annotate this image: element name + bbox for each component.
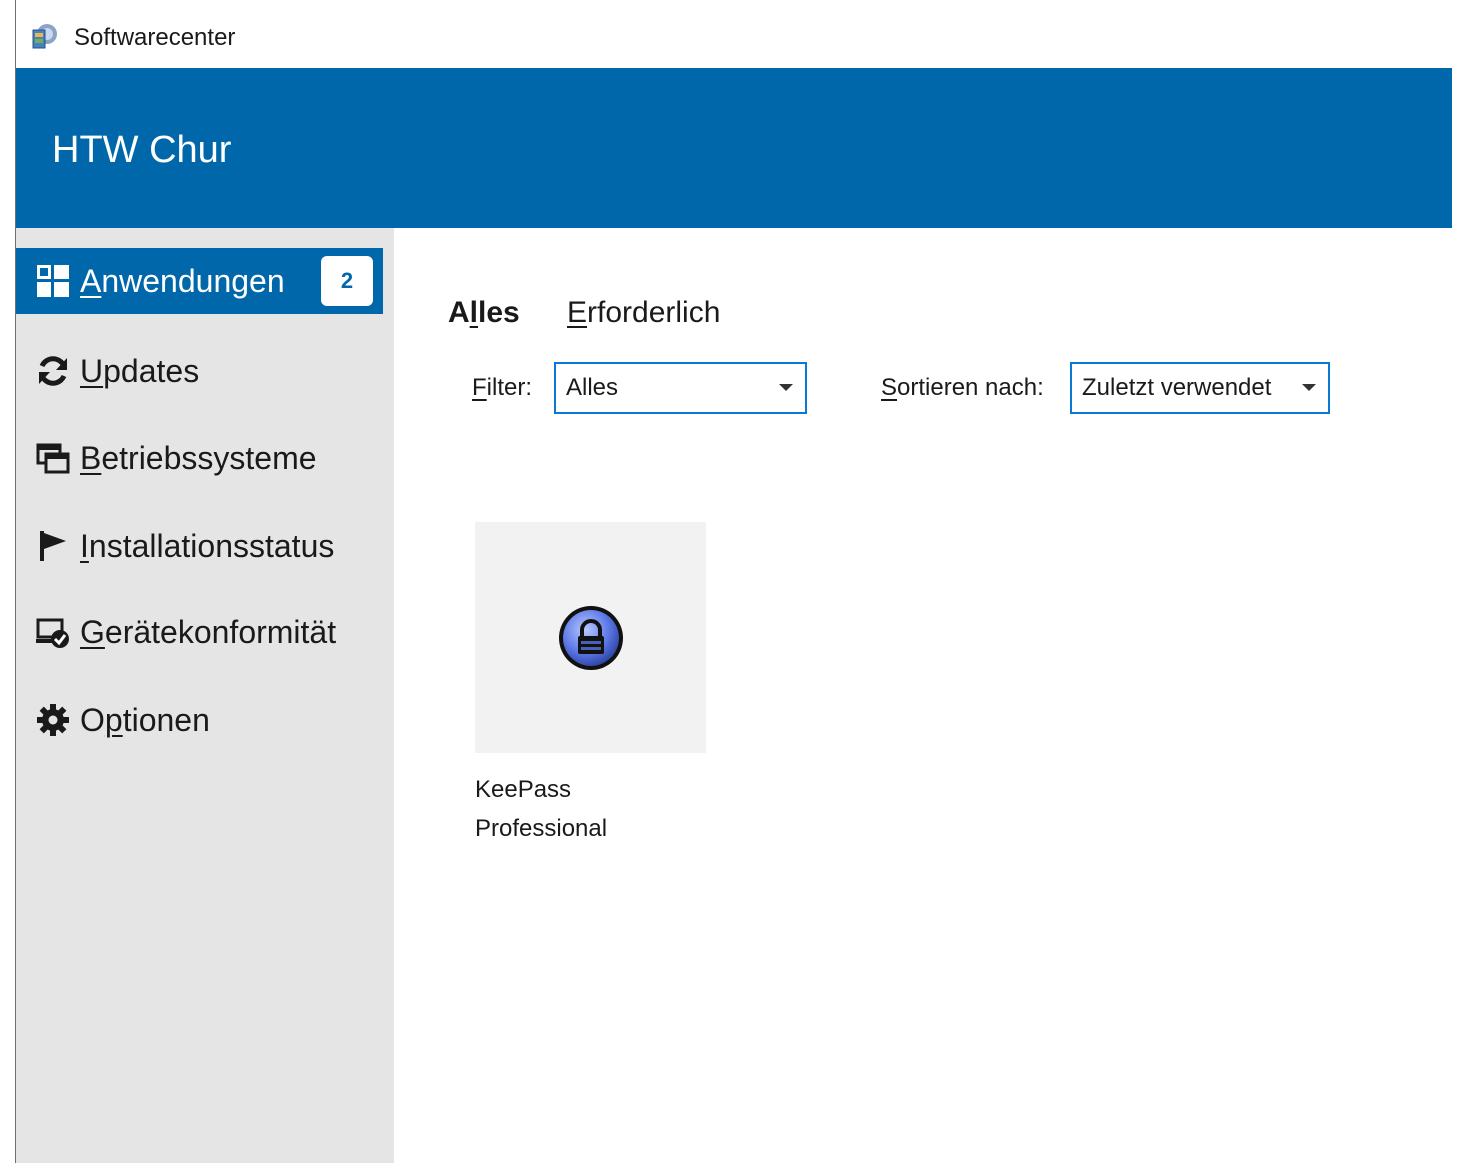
sidebar-item-anwendungen[interactable]: Anwendungen 2 xyxy=(16,248,383,314)
organization-name: HTW Chur xyxy=(52,129,232,171)
sort-value: Zuletzt verwendet xyxy=(1082,374,1272,401)
app-name-line: KeePass xyxy=(475,776,572,803)
flag-icon xyxy=(36,527,74,565)
sort-dropdown[interactable]: Zuletzt verwendet xyxy=(1070,362,1330,414)
sidebar-item-betriebssysteme[interactable]: Betriebssysteme xyxy=(16,425,383,491)
window-title: Softwarecenter xyxy=(74,24,236,51)
filter-label: Filter: xyxy=(472,374,533,401)
sort-label: Sortieren nach: xyxy=(881,374,1044,401)
count-badge: 2 xyxy=(321,256,373,306)
applications-grid-icon xyxy=(36,262,74,300)
gear-icon xyxy=(36,701,74,739)
sidebar-item-optionen[interactable]: Optionen xyxy=(16,687,383,753)
chevron-down-icon xyxy=(1302,384,1316,391)
filter-dropdown[interactable]: Alles xyxy=(554,362,807,414)
refresh-icon xyxy=(36,352,74,390)
windows-stack-icon xyxy=(36,439,74,477)
softwarecenter-app-icon xyxy=(32,22,58,52)
device-compliance-icon xyxy=(36,613,74,651)
title-bar: Softwarecenter xyxy=(16,0,1452,68)
sidebar-item-installationsstatus[interactable]: Installationsstatus xyxy=(16,513,383,579)
sidebar-item-label: Updates xyxy=(80,353,200,389)
filter-value: Alles xyxy=(566,374,619,401)
sidebar-item-label: Gerätekonformität xyxy=(80,614,337,650)
chevron-down-icon xyxy=(779,384,793,391)
tab-alles[interactable]: Alles xyxy=(448,294,520,332)
sidebar-item-label: Optionen xyxy=(80,702,210,738)
sidebar-item-label: Anwendungen xyxy=(80,263,285,299)
app-tile-keepass[interactable] xyxy=(475,522,706,753)
keepass-lock-icon xyxy=(557,604,625,672)
sidebar-item-label: Betriebssysteme xyxy=(80,440,317,476)
app-name[interactable]: KeePass Professional xyxy=(475,770,715,848)
app-name-line: Professional xyxy=(475,815,608,842)
tab-erforderlich[interactable]: Erforderlich xyxy=(567,294,720,332)
sidebar: Anwendungen 2 Updates Betriebssysteme In… xyxy=(16,228,394,1163)
sidebar-item-updates[interactable]: Updates xyxy=(16,338,383,404)
sidebar-item-label: Installationsstatus xyxy=(80,528,335,564)
header-banner: HTW Chur xyxy=(16,68,1452,228)
sidebar-item-geraetekonformitaet[interactable]: Gerätekonformität xyxy=(16,599,383,665)
